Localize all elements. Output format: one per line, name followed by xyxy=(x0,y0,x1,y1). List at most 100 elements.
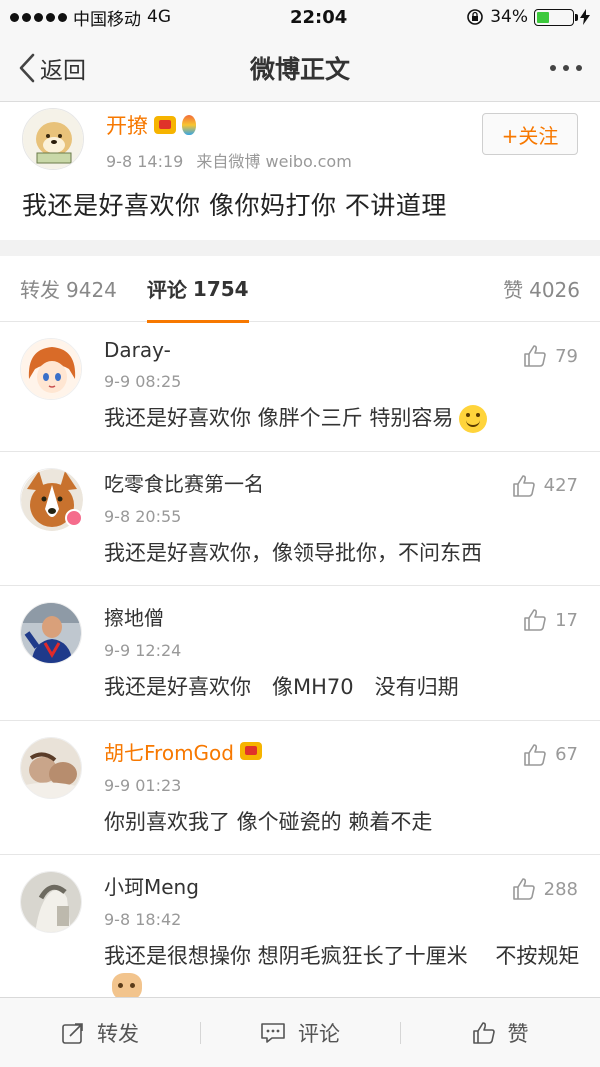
like-count: 427 xyxy=(543,475,578,496)
commenter-name[interactable]: 胡七FromGod xyxy=(104,737,234,766)
rotation-lock-icon xyxy=(467,9,484,25)
balloon-icon xyxy=(182,115,196,135)
repost-icon xyxy=(62,1022,83,1044)
signal-strength-icon xyxy=(10,12,67,22)
comment-button[interactable]: 评论 xyxy=(200,1018,400,1048)
soccer-player-avatar-image xyxy=(21,603,81,663)
sleeping-person-avatar-image xyxy=(21,737,81,798)
comment-body: 擦地僧 9-9 12:24 我还是好喜欢你 像MH70 没有归期 xyxy=(104,602,580,704)
comment-like-button[interactable]: 17 xyxy=(523,608,578,632)
tab-comment-label: 评论 xyxy=(146,278,187,302)
commenter-name[interactable]: 小珂Meng xyxy=(104,871,199,900)
more-button[interactable] xyxy=(550,64,582,71)
commenter-avatar[interactable] xyxy=(20,602,82,664)
tab-like-label: 赞 xyxy=(503,278,524,302)
comment-text-row: 我还是好喜欢你 像MH70 没有归期 xyxy=(104,672,580,704)
status-time: 22:04 xyxy=(289,6,348,28)
comment-text: 我还是好喜欢你 像MH70 没有归期 xyxy=(104,675,459,699)
vip-crown-icon xyxy=(154,116,176,134)
comment-text-row: 我还是好喜欢你 像胖个三斤 特别容易 xyxy=(104,403,580,435)
commenter-avatar[interactable] xyxy=(20,871,82,933)
comment-name-row: 吃零食比赛第一名 xyxy=(104,468,580,497)
comment-item: 擦地僧 9-9 12:24 我还是好喜欢你 像MH70 没有归期 17 xyxy=(0,586,600,721)
comment-body: 胡七FromGod 9-9 01:23 你别喜欢我了 像个碰瓷的 赖着不走 xyxy=(104,737,580,839)
thumbs-up-icon xyxy=(524,345,546,367)
comment-name-row: 胡七FromGod xyxy=(104,737,580,766)
back-label: 返回 xyxy=(40,57,86,84)
post-name-row: 开撩 xyxy=(106,110,352,140)
network-label: 4G xyxy=(147,7,171,27)
battery-icon xyxy=(534,8,578,26)
thumbs-up-icon xyxy=(524,743,546,766)
like-button[interactable]: 赞 xyxy=(400,1018,600,1048)
follow-button[interactable]: +关注 xyxy=(482,113,578,155)
comment-label: 评论 xyxy=(298,1021,340,1046)
verified-badge-icon xyxy=(65,508,83,527)
status-bar: 中国移动 4G 22:04 34% xyxy=(0,0,600,34)
like-label: 赞 xyxy=(507,1021,529,1046)
back-button[interactable]: 返回 xyxy=(18,51,86,85)
comment-like-button[interactable]: 79 xyxy=(523,344,578,368)
tab-like[interactable]: 赞 4026 xyxy=(503,274,580,303)
comment-body: 小珂Meng 9-8 18:42 我还是很想操你 想阴毛疯狂长了十厘米 不按规矩 xyxy=(104,871,580,1001)
commenter-avatar[interactable] xyxy=(20,736,82,799)
figure-avatar-image xyxy=(21,872,81,932)
comment-like-button[interactable]: 427 xyxy=(512,474,578,498)
comment-name-row: 小珂Meng xyxy=(104,871,580,900)
commenter-name[interactable]: 吃零食比赛第一名 xyxy=(104,468,264,497)
tab-comment[interactable]: 评论 1754 xyxy=(146,256,249,323)
more-dot-icon xyxy=(563,64,569,71)
commenter-name[interactable]: Daray- xyxy=(104,338,171,362)
comment-text-row: 你别喜欢我了 像个碰瓷的 赖着不走 xyxy=(104,807,580,839)
status-left: 中国移动 4G xyxy=(10,5,171,30)
comment-body: 吃零食比赛第一名 9-8 20:55 我还是好喜欢你，像领导批你，不问东西 xyxy=(104,468,580,570)
like-count: 288 xyxy=(543,878,578,900)
tab-repost-label: 转发 xyxy=(20,278,60,302)
charging-icon xyxy=(580,9,590,25)
repost-label: 转发 xyxy=(97,1021,139,1046)
comment-item: 吃零食比赛第一名 9-8 20:55 我还是好喜欢你，像领导批你，不问东西 42… xyxy=(0,452,600,586)
comment-text-row: 我还是很想操你 想阴毛疯狂长了十厘米 不按规矩 xyxy=(104,941,580,1001)
comment-text: 我还是很想操你 想阴毛疯狂长了十厘米 不按规矩 xyxy=(104,944,580,968)
thumbs-up-icon xyxy=(512,878,535,900)
author-avatar[interactable] xyxy=(22,108,84,170)
page-title: 微博正文 xyxy=(249,54,350,84)
post-text: 我还是好喜欢你 像你妈打你 不讲道理 xyxy=(22,191,447,220)
thumbs-up-icon xyxy=(472,1021,495,1044)
comment-time: 9-8 20:55 xyxy=(104,506,182,526)
comment-time: 9-9 01:23 xyxy=(104,775,182,795)
chevron-left-icon xyxy=(19,53,35,82)
more-dot-icon xyxy=(576,64,582,71)
comment-icon xyxy=(261,1022,285,1043)
thumbs-up-icon xyxy=(512,474,535,497)
doge-avatar-image xyxy=(23,109,83,169)
comment-body: Daray- 9-9 08:25 我还是好喜欢你 像胖个三斤 特别容易 xyxy=(104,338,580,435)
comment-like-button[interactable]: 288 xyxy=(512,877,578,901)
comment-time: 9-8 18:42 xyxy=(104,910,182,929)
commenter-name[interactable]: 擦地僧 xyxy=(104,602,164,631)
comment-text-row: 我还是好喜欢你，像领导批你，不问东西 xyxy=(104,538,580,570)
comment-name-row: 擦地僧 xyxy=(104,602,580,631)
status-right: 34% xyxy=(466,7,590,27)
repost-button[interactable]: 转发 xyxy=(0,1018,200,1048)
post-subline: 9-8 14:19 来自微博 weibo.com xyxy=(106,148,352,172)
tab-comment-count: 1754 xyxy=(192,276,249,301)
section-gap xyxy=(0,240,600,256)
comment-like-button[interactable]: 67 xyxy=(523,743,578,767)
tab-like-count: 4026 xyxy=(529,278,580,302)
author-name[interactable]: 开撩 xyxy=(106,110,148,140)
tab-repost-count: 9424 xyxy=(66,278,117,302)
post-meta: 开撩 9-8 14:19 来自微博 weibo.com xyxy=(106,108,352,172)
tab-repost[interactable]: 转发 9424 xyxy=(20,274,117,303)
smile-emoji-icon xyxy=(459,404,488,433)
more-dot-icon xyxy=(550,64,556,71)
bottom-action-bar: 转发 评论 赞 xyxy=(0,997,600,1067)
comment-text: 我还是好喜欢你，像领导批你，不问东西 xyxy=(104,540,482,565)
like-count: 79 xyxy=(555,345,578,367)
like-count: 17 xyxy=(555,609,578,631)
post-header: 开撩 9-8 14:19 来自微博 weibo.com +关注 xyxy=(22,108,578,172)
post-source: 来自微博 weibo.com xyxy=(196,152,352,171)
commenter-avatar[interactable] xyxy=(20,338,82,400)
commenter-avatar[interactable] xyxy=(20,467,83,531)
battery-percent: 34% xyxy=(490,7,528,27)
